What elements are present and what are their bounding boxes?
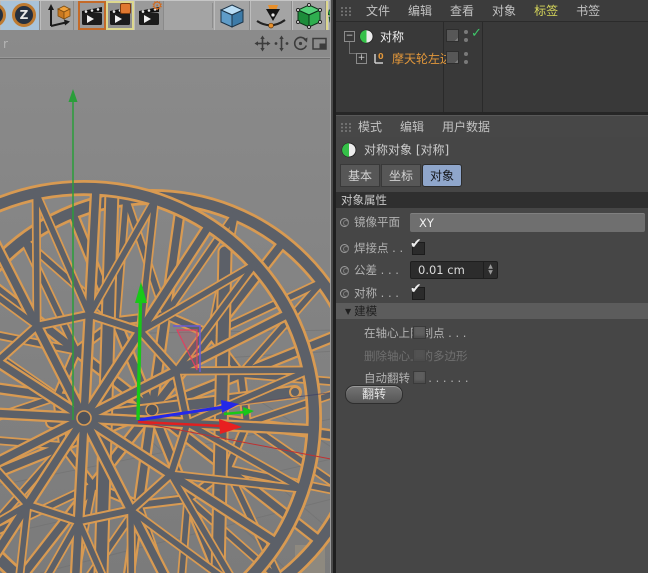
attribute-manager-menubar: 模式 编辑 用户数据	[336, 115, 648, 137]
mirror-plane-row: 镜像平面 XY	[336, 212, 648, 232]
object-properties-header: 对象属性	[336, 192, 648, 208]
plugin-tile: Z	[0, 1, 40, 30]
om-menu-object[interactable]: 对象	[492, 2, 516, 19]
grip-icon[interactable]	[340, 6, 354, 16]
main-toolbar: Z ⚙	[0, 0, 336, 30]
symmetry-object-icon	[359, 29, 374, 43]
pan-icon[interactable]	[254, 35, 271, 52]
orange-cube	[56, 5, 71, 20]
subdivision-surface-icon[interactable]	[292, 1, 326, 30]
tolerance-value[interactable]: 0.01 cm	[411, 263, 483, 277]
toggle-panel-icon[interactable]	[311, 35, 328, 52]
cinema4d-window: { "toolbar": { "z_icon_letter": "Z", "ic…	[0, 0, 648, 573]
modeling-group-header[interactable]: ▼ 建模	[336, 303, 648, 319]
keyframe-circle-icon[interactable]	[340, 265, 349, 275]
render-picture-viewer-icon[interactable]	[106, 1, 134, 30]
object-tree: − 对称 ✓ + 0 摩天轮左边	[336, 22, 648, 112]
tab-basic[interactable]: 基本	[340, 164, 381, 187]
display-tag[interactable]	[446, 29, 459, 42]
collapse-toggle[interactable]: −	[344, 30, 355, 42]
symmetry-label: 对称 . . .	[354, 286, 399, 300]
zoom-icon[interactable]	[273, 35, 290, 52]
symmetry-object-icon	[341, 142, 357, 157]
tab-object[interactable]: 对象	[422, 164, 463, 187]
null-object-icon: 0	[374, 52, 384, 64]
am-menu-edit[interactable]: 编辑	[400, 118, 424, 135]
visibility-dots[interactable]	[464, 30, 469, 46]
auto-flip-checkbox[interactable]	[413, 371, 426, 384]
weld-points-row: 焊接点 . . ✔	[336, 236, 648, 258]
gear-icon: ⚙	[151, 1, 163, 14]
flip-button[interactable]: 翻转	[345, 385, 403, 404]
modeling-header-label: 建模	[354, 304, 378, 318]
viewport-corner-label: r	[3, 37, 8, 51]
am-menu-mode[interactable]: 模式	[358, 118, 382, 135]
expand-toggle[interactable]: +	[356, 52, 367, 64]
redo-z-icon[interactable]: Z	[12, 3, 36, 27]
viewport[interactable]: r	[0, 30, 336, 573]
object-manager-menubar: 文件 编辑 查看 对象 标签 书签	[336, 0, 648, 22]
symmetry-checkbox[interactable]: ✔	[410, 281, 425, 300]
axis-cube-icon[interactable]	[40, 1, 74, 30]
om-menu-view[interactable]: 查看	[450, 2, 474, 19]
grip-icon[interactable]	[340, 122, 354, 132]
mirror-plane-label: 镜像平面	[354, 215, 400, 229]
attribute-tabs: 基本 坐标 对象	[340, 164, 463, 187]
tree-row-symmetry[interactable]: − 对称	[344, 26, 404, 46]
object-name[interactable]: 对称	[380, 28, 404, 45]
om-menu-file[interactable]: 文件	[366, 2, 390, 19]
keyframe-circle-icon[interactable]	[340, 288, 349, 298]
right-panel: 文件 编辑 查看 对象 标签 书签 − 对称 ✓ + 0 摩天轮左边 模式 编辑…	[336, 0, 648, 573]
undo-circle-icon[interactable]	[0, 3, 6, 27]
cube-primitive-icon[interactable]	[214, 1, 250, 30]
tree-row-ferris-left[interactable]: + 0 摩天轮左边	[356, 48, 452, 68]
tolerance-label: 公差 . . .	[354, 263, 399, 277]
symmetry-row: 对称 . . . ✔	[336, 281, 648, 303]
spinner-control[interactable]: ▲ ▼	[483, 262, 497, 278]
am-menu-userdata[interactable]: 用户数据	[442, 118, 490, 135]
limit-points-checkbox[interactable]	[413, 326, 426, 339]
mirror-plane-select[interactable]: XY	[410, 213, 645, 232]
pen-spline-icon[interactable]	[250, 1, 292, 30]
attribute-title: 对称对象 [对称]	[364, 143, 450, 157]
render-view-icon[interactable]	[78, 1, 106, 30]
om-menu-tags[interactable]: 标签	[534, 2, 558, 19]
delete-polygons-checkbox	[413, 349, 426, 362]
weld-points-label: 焊接点 . .	[354, 241, 404, 255]
picture-viewer-badge	[120, 3, 131, 14]
weld-points-checkbox[interactable]: ✔	[410, 236, 425, 255]
limit-points-row: 在轴心上限制点 . . .	[336, 323, 648, 343]
om-menu-edit[interactable]: 编辑	[408, 2, 432, 19]
rotate-icon[interactable]	[292, 35, 309, 52]
section-collapse-icon: ▼	[345, 306, 352, 316]
svg-text:0: 0	[378, 52, 384, 61]
tolerance-field[interactable]: 0.01 cm ▲ ▼	[410, 261, 498, 279]
viewport-canvas[interactable]	[0, 30, 336, 573]
toolbar-separator	[212, 3, 213, 28]
keyframe-circle-icon[interactable]	[340, 243, 349, 253]
keyframe-circle-icon[interactable]	[340, 217, 349, 227]
display-tag[interactable]	[446, 51, 459, 64]
om-menu-bookmarks[interactable]: 书签	[576, 2, 600, 19]
object-name[interactable]: 摩天轮左边	[392, 50, 452, 67]
render-settings-icon[interactable]: ⚙	[134, 1, 164, 30]
tolerance-row: 公差 . . . 0.01 cm ▲ ▼	[336, 260, 648, 280]
visibility-dots[interactable]	[464, 52, 469, 68]
delete-polygons-row: 删除轴心上的多边形	[336, 346, 648, 366]
attribute-title-row: 对称对象 [对称]	[336, 137, 648, 162]
enable-toggle[interactable]: ✓	[471, 26, 482, 41]
tab-coordinates[interactable]: 坐标	[381, 164, 422, 187]
